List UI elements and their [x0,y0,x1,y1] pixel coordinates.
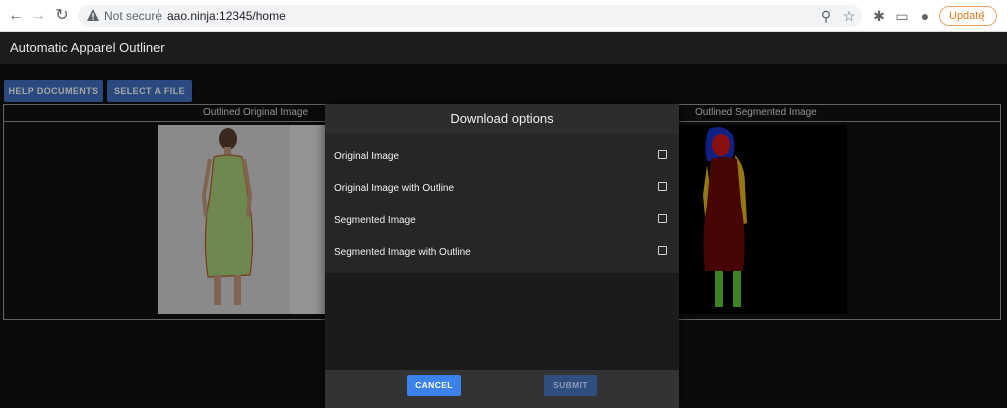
update-button[interactable]: Update ⋮ [939,6,997,26]
divider [158,9,159,23]
app-bar: Automatic Apparel Outliner [0,32,1007,64]
profile-icon[interactable]: ● [917,8,933,24]
option-checkbox-original[interactable] [658,150,667,159]
more-options-icon: ⋮ [977,9,989,23]
download-options-dialog: Download options Original Image Original… [325,104,679,408]
url-text[interactable]: aao.ninja:12345/home [167,9,286,23]
submit-button[interactable]: SUBMIT [544,375,597,396]
zoom-icon[interactable]: ⚲ [818,8,834,24]
option-checkbox-original-outline[interactable] [658,182,667,191]
app-title: Automatic Apparel Outliner [10,40,165,55]
dialog-title: Download options [325,104,679,134]
address-bar[interactable]: Not secure aao.ninja:12345/home ⚲ ☆ [78,5,862,27]
dialog-body: Original Image Original Image with Outli… [325,134,679,273]
option-label-original: Original Image [334,151,400,162]
cancel-button[interactable]: CANCEL [407,375,461,396]
extensions-icon[interactable]: ✱ [871,8,887,24]
browser-toolbar: ← → ↻ Not secure aao.ninja:12345/home ⚲ … [0,0,1007,32]
option-checkbox-segmented[interactable] [658,214,667,223]
cast-icon[interactable]: ▭ [894,8,910,24]
bookmark-star-icon[interactable]: ☆ [841,8,857,24]
security-status: Not secure [104,9,163,23]
option-checkbox-segmented-outline[interactable] [658,246,667,255]
forward-arrow-icon[interactable]: → [28,6,48,26]
reload-icon[interactable]: ↻ [52,6,72,26]
back-arrow-icon[interactable]: ← [6,6,26,26]
option-label-original-outline: Original Image with Outline [334,183,455,194]
option-label-segmented-outline: Segmented Image with Outline [334,247,471,258]
warning-icon [87,9,99,21]
dialog-footer: CANCEL SUBMIT [325,370,679,408]
option-label-segmented: Segmented Image [334,215,416,226]
